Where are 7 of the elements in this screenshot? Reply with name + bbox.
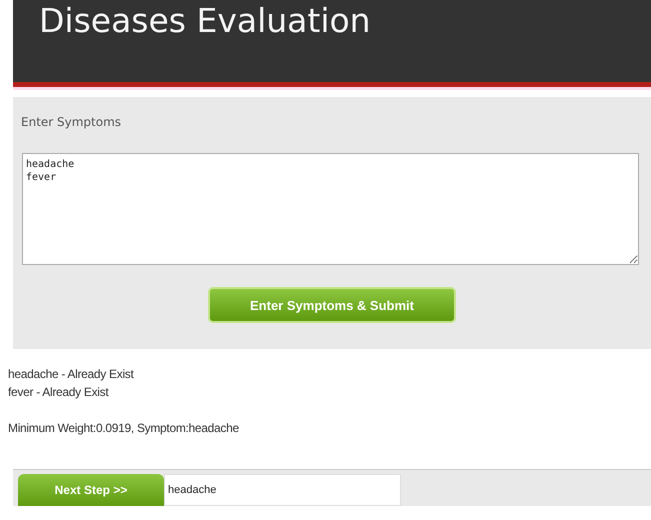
symptom-field[interactable]: headache [164,474,401,506]
symptoms-field[interactable]: headache fever [22,153,639,265]
page-title: Diseases Evaluation [38,0,371,42]
result-text: Minimum Weight:0.0919, Symptom:headache [7,420,240,437]
status-message: headache - Already Exist [7,366,135,383]
symptoms-label: Enter Symptoms [21,115,122,129]
status-message: fever - Already Exist [7,384,110,401]
